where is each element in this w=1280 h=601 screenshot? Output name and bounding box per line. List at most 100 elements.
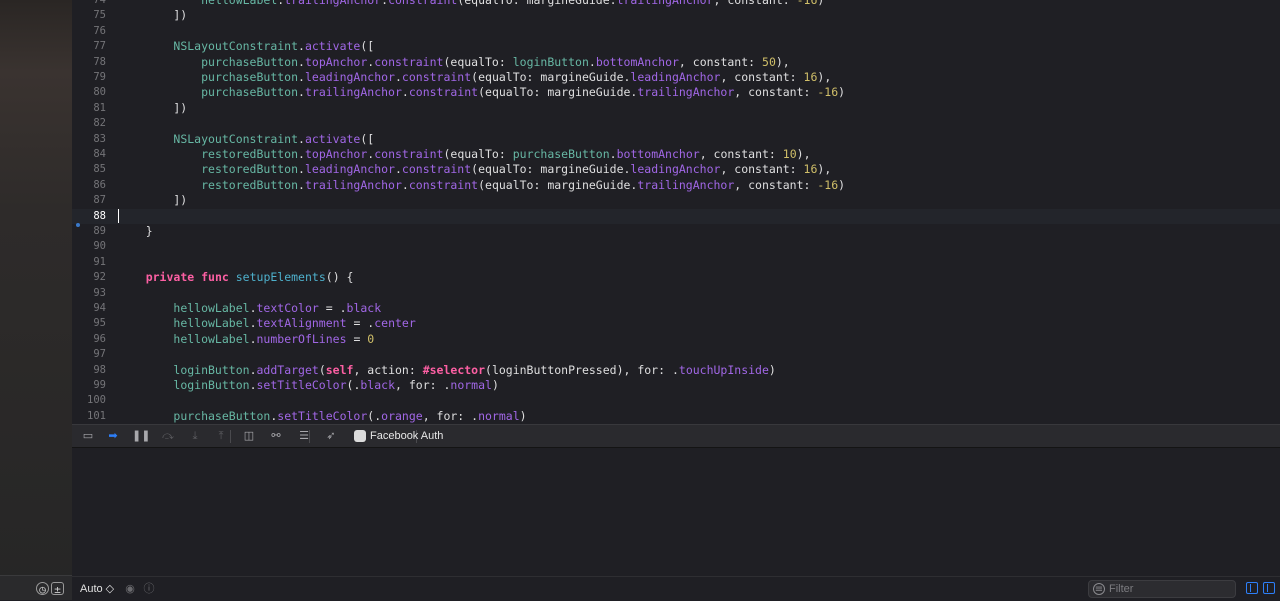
code-line[interactable]: 98 loginButton.addTarget(self, action: #…	[72, 363, 1280, 378]
line-number[interactable]: 78	[72, 55, 106, 70]
code-text[interactable]: }	[118, 224, 153, 239]
code-text[interactable]: restoredButton.leadingAnchor.constraint(…	[118, 162, 831, 177]
variables-scope-select[interactable]: Auto ◇	[80, 582, 114, 596]
line-number[interactable]: 86	[72, 178, 106, 193]
line-number[interactable]: 81	[72, 101, 106, 116]
code-line[interactable]: 94 hellowLabel.textColor = .black	[72, 301, 1280, 316]
line-number[interactable]: 80	[72, 85, 106, 100]
source-control-filter-icon[interactable]: ±	[51, 582, 64, 596]
line-number[interactable]: 93	[72, 286, 106, 301]
line-number[interactable]: 91	[72, 255, 106, 270]
code-line[interactable]: 76	[72, 24, 1280, 39]
memory-graph-icon[interactable]: ⚯	[268, 429, 284, 443]
recent-files-icon[interactable]: ◷	[36, 582, 49, 596]
code-line[interactable]: 93	[72, 286, 1280, 301]
code-text[interactable]: purchaseButton.topAnchor.constraint(equa…	[118, 55, 790, 70]
line-number[interactable]: 79	[72, 70, 106, 85]
code-line[interactable]: 81 ])	[72, 101, 1280, 116]
step-out-icon[interactable]: ⤒	[213, 429, 229, 443]
pause-icon[interactable]: ❚❚	[132, 429, 150, 443]
line-number[interactable]: 98	[72, 363, 106, 378]
breakpoints-toggle-icon[interactable]: ➡	[105, 429, 121, 443]
code-line[interactable]: 100	[72, 393, 1280, 408]
code-text[interactable]: loginButton.setTitleColor(.black, for: .…	[118, 378, 498, 393]
console-view-toggle-icon[interactable]	[1263, 582, 1275, 594]
code-line[interactable]: 79 purchaseButton.leadingAnchor.constrai…	[72, 70, 1280, 85]
code-line[interactable]: 101 purchaseButton.setTitleColor(.orange…	[72, 409, 1280, 424]
info-icon[interactable]: ⓘ	[142, 582, 156, 596]
line-number[interactable]: 77	[72, 39, 106, 54]
code-line[interactable]: 80 purchaseButton.trailingAnchor.constra…	[72, 85, 1280, 100]
view-hierarchy-icon[interactable]: ◫	[241, 429, 257, 443]
code-text[interactable]: ])	[118, 193, 187, 208]
step-into-icon[interactable]: ⤓	[187, 429, 203, 443]
code-text[interactable]: ])	[118, 8, 187, 23]
code-line[interactable]: 77 NSLayoutConstraint.activate([	[72, 39, 1280, 54]
code-line[interactable]: 89 }	[72, 224, 1280, 239]
eye-icon[interactable]: ◉	[123, 582, 137, 596]
code-line[interactable]: 86 restoredButton.trailingAnchor.constra…	[72, 178, 1280, 193]
step-over-icon[interactable]: ⤼	[160, 429, 176, 443]
code-line[interactable]: 85 restoredButton.leadingAnchor.constrai…	[72, 162, 1280, 177]
code-line[interactable]: 78 purchaseButton.topAnchor.constraint(e…	[72, 55, 1280, 70]
code-text[interactable]: purchaseButton.leadingAnchor.constraint(…	[118, 70, 831, 85]
code-text[interactable]: restoredButton.trailingAnchor.constraint…	[118, 178, 845, 193]
code-line[interactable]: 87 ])	[72, 193, 1280, 208]
code-line[interactable]: 95 hellowLabel.textAlignment = .center	[72, 316, 1280, 331]
code-text[interactable]: hellowLabel.textAlignment = .center	[118, 316, 415, 331]
line-number[interactable]: 74	[72, 0, 106, 8]
console-area[interactable]	[72, 448, 1280, 576]
line-number[interactable]: 97	[72, 347, 106, 362]
line-number[interactable]: 82	[72, 116, 106, 131]
code-text[interactable]: hellowLabel.numberOfLines = 0	[118, 332, 374, 347]
code-token: ),	[817, 162, 832, 177]
code-line[interactable]: 74 hellowLabel.trailingAnchor.constraint…	[72, 0, 1280, 8]
line-number[interactable]: 85	[72, 162, 106, 177]
line-number[interactable]: 75	[72, 8, 106, 23]
code-text[interactable]: hellowLabel.textColor = .black	[118, 301, 381, 316]
filter-input[interactable]	[1109, 582, 1229, 596]
line-number[interactable]: 99	[72, 378, 106, 393]
line-number[interactable]: 100	[72, 393, 106, 408]
code-text[interactable]: restoredButton.topAnchor.constraint(equa…	[118, 147, 810, 162]
code-editor[interactable]: 74 hellowLabel.trailingAnchor.constraint…	[72, 0, 1280, 424]
code-text[interactable]: purchaseButton.setTitleColor(.orange, fo…	[118, 409, 526, 424]
line-number[interactable]: 92	[72, 270, 106, 285]
hide-debug-area-icon[interactable]: ▭	[80, 429, 96, 443]
scheme-label[interactable]: Facebook Auth	[370, 429, 443, 443]
line-number[interactable]: 76	[72, 24, 106, 39]
code-text[interactable]: ])	[118, 101, 187, 116]
code-line[interactable]: 92 private func setupElements() {	[72, 270, 1280, 285]
code-line[interactable]: 88	[72, 208, 1280, 224]
simulate-location-icon[interactable]: ➶	[323, 429, 339, 443]
line-number[interactable]: 95	[72, 316, 106, 331]
code-line[interactable]: 91	[72, 255, 1280, 270]
line-number[interactable]: 87	[72, 193, 106, 208]
code-line[interactable]: 84 restoredButton.topAnchor.constraint(e…	[72, 147, 1280, 162]
line-number[interactable]: 84	[72, 147, 106, 162]
code-text[interactable]: hellowLabel.trailingAnchor.constraint(eq…	[118, 0, 824, 8]
code-text[interactable]: purchaseButton.trailingAnchor.constraint…	[118, 85, 845, 100]
code-text[interactable]: loginButton.addTarget(self, action: #sel…	[118, 363, 775, 378]
filter-field[interactable]: ≡	[1088, 580, 1236, 598]
line-number[interactable]: 96	[72, 332, 106, 347]
code-text[interactable]: NSLayoutConstraint.activate([	[118, 39, 374, 54]
code-token: (equalTo: margineGuide.	[471, 70, 631, 84]
code-text[interactable]: private func setupElements() {	[118, 270, 354, 285]
line-number[interactable]: 88	[72, 209, 106, 224]
line-number[interactable]: 94	[72, 301, 106, 316]
variables-view-toggle-icon[interactable]	[1246, 582, 1258, 594]
code-line[interactable]: 75 ])	[72, 8, 1280, 23]
code-line[interactable]: 82	[72, 116, 1280, 131]
line-number[interactable]: 90	[72, 239, 106, 254]
code-token: .	[298, 54, 305, 69]
code-line[interactable]: 83 NSLayoutConstraint.activate([	[72, 132, 1280, 147]
code-line[interactable]: 96 hellowLabel.numberOfLines = 0	[72, 332, 1280, 347]
line-number[interactable]: 101	[72, 409, 106, 424]
code-text[interactable]: NSLayoutConstraint.activate([	[118, 132, 374, 147]
code-line[interactable]: 99 loginButton.setTitleColor(.black, for…	[72, 378, 1280, 393]
line-number[interactable]: 83	[72, 132, 106, 147]
code-line[interactable]: 90	[72, 239, 1280, 254]
code-line[interactable]: 97	[72, 347, 1280, 362]
code-token: hellowLabel	[173, 301, 250, 315]
